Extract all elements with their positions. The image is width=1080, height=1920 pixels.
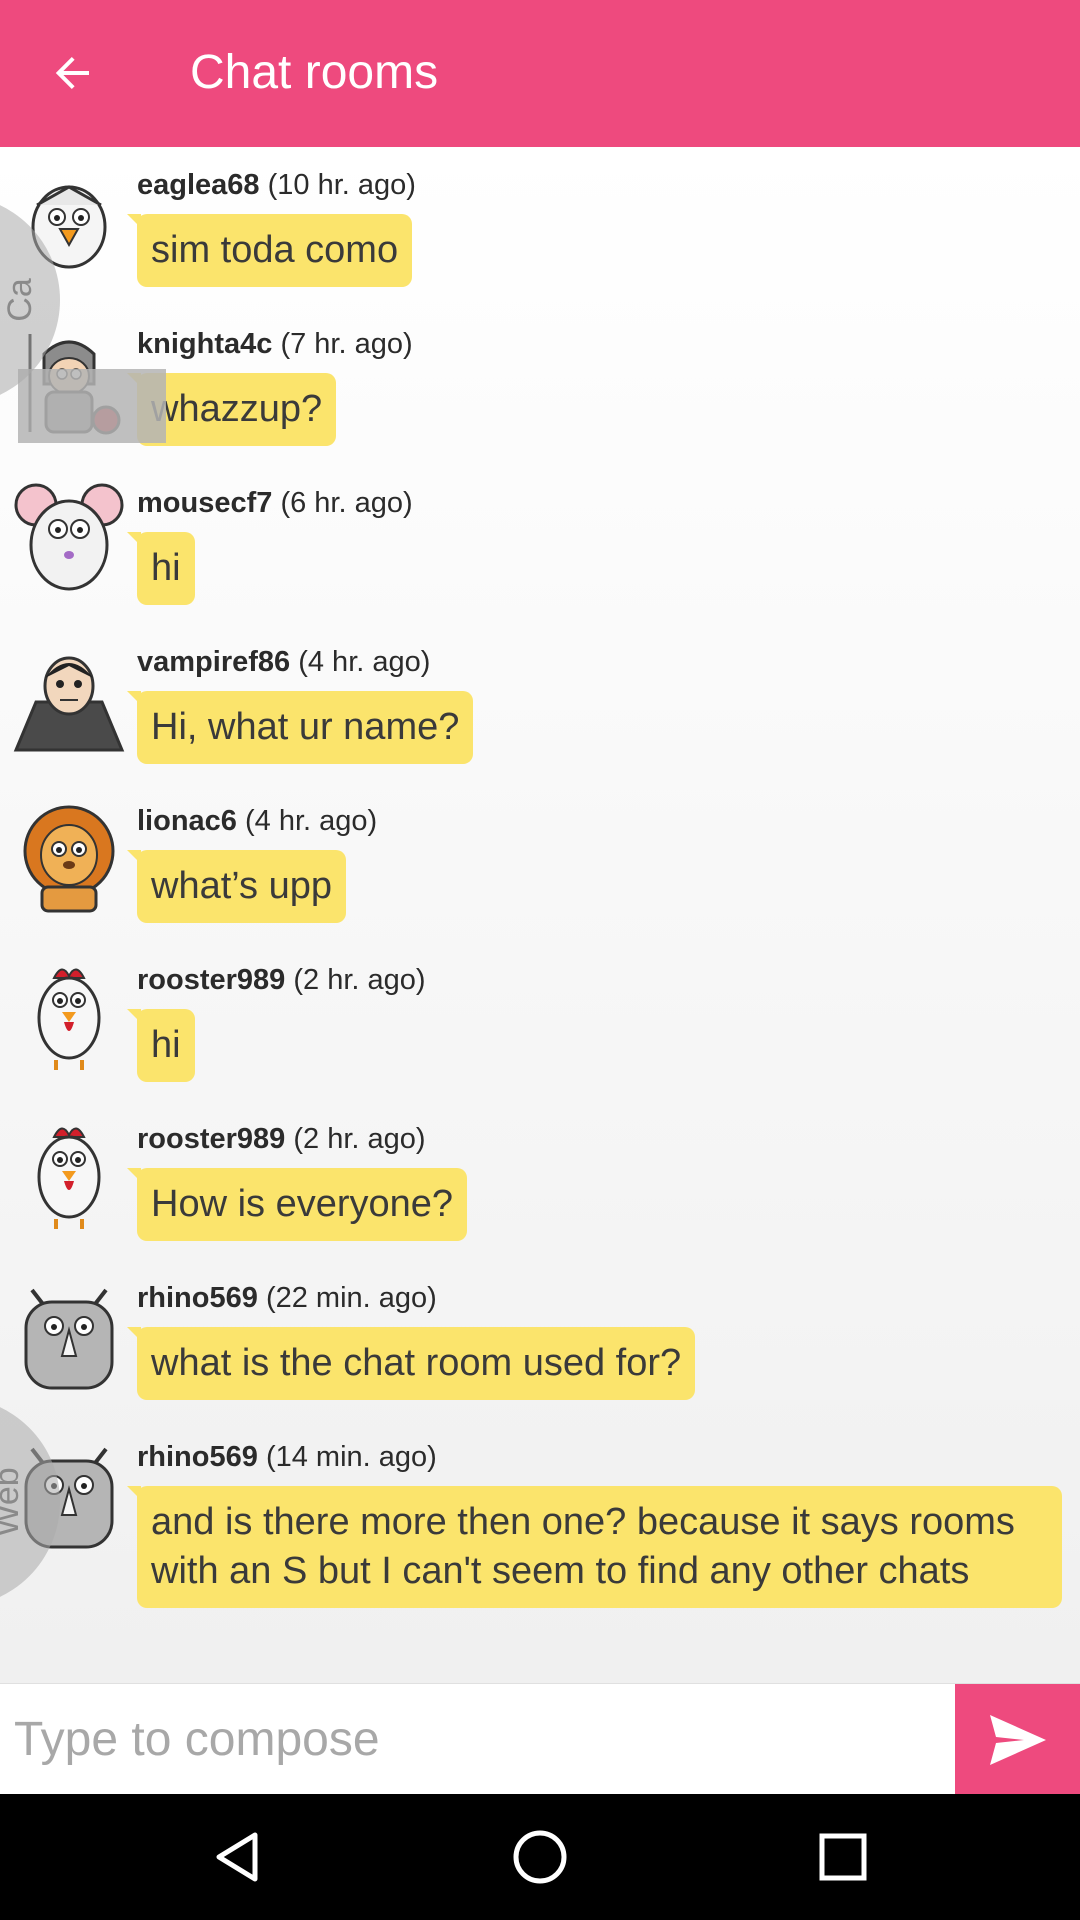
nav-back-button[interactable] [202,1822,272,1892]
message-bubble: and is there more then one? because it s… [127,1486,1062,1608]
nav-recents-icon [819,1833,867,1881]
message-username[interactable]: knighta4c [137,328,272,360]
message-meta: rhino569 (14 min. ago) [137,1439,437,1475]
message-time: (6 hr. ago) [280,487,413,519]
message-meta: knighta4c (7 hr. ago) [137,326,413,362]
message-list[interactable]: eaglea68 (10 hr. ago) sim toda como knig… [0,147,1080,1683]
message-meta: rooster989 (2 hr. ago) [137,962,426,998]
message-time: (14 min. ago) [265,1441,437,1473]
message-meta: eaglea68 (10 hr. ago) [137,167,416,203]
message-time: (10 hr. ago) [267,169,416,201]
message-bubble: How is everyone? [126,1168,468,1241]
side-tab-top-label: Ca [0,278,39,322]
message-meta: rooster989 (2 hr. ago) [137,1121,426,1157]
message-bubble: what’s upp [127,850,346,923]
vampire-avatar [13,656,125,752]
message-meta: rhino569 (22 min. ago) [137,1280,437,1316]
message-username[interactable]: rhino569 [137,1282,258,1314]
side-tab-bottom[interactable]: Web [0,1397,60,1607]
send-button[interactable] [955,1684,1080,1795]
rooster-avatar [37,1127,101,1229]
mouse-avatar [14,483,124,591]
message-username[interactable]: vampiref86 [137,646,290,678]
message-time: (4 hr. ago) [298,646,431,678]
message-time: (2 hr. ago) [293,1123,426,1155]
message-time: (2 hr. ago) [293,964,426,996]
message-username[interactable]: rhino569 [137,1441,258,1473]
back-button[interactable] [32,32,114,114]
nav-recents-button[interactable] [808,1822,878,1892]
nav-home-icon [513,1830,567,1884]
nav-home-button[interactable] [505,1822,575,1892]
message-meta: lionac6 (4 hr. ago) [137,803,377,839]
system-nav-bar [0,1794,1080,1920]
composer-bar [0,1683,1080,1795]
message-bubble: hi [127,1009,195,1082]
message-meta: mousecf7 (6 hr. ago) [137,485,413,521]
overlay-box [18,369,166,443]
nav-back-icon [216,1832,258,1882]
app-bar: Chat rooms [0,0,1080,147]
message-username[interactable]: eaglea68 [137,169,260,201]
message-bubble: what is the chat room used for? [126,1327,696,1400]
page-title: Chat rooms [190,46,439,99]
message-username[interactable]: rooster989 [137,964,285,996]
rhino-avatar [24,1288,114,1390]
compose-input[interactable] [0,1684,955,1795]
message-time: (7 hr. ago) [280,328,413,360]
message-bubble: Hi, what ur name? [126,691,474,764]
rooster-avatar [37,968,101,1070]
message-bubble: hi [127,532,195,605]
message-time: (4 hr. ago) [245,805,378,837]
message-username[interactable]: rooster989 [137,1123,285,1155]
message-username[interactable]: mousecf7 [137,487,272,519]
message-bubble: whazzup? [126,373,337,446]
message-meta: vampiref86 (4 hr. ago) [137,644,430,680]
message-bubble: sim toda como [126,214,413,287]
arrow-left-icon [55,57,89,89]
message-username[interactable]: lionac6 [137,805,237,837]
lion-avatar [23,805,115,913]
side-tab-bottom-label: Web [0,1467,26,1537]
message-time: (22 min. ago) [265,1282,437,1314]
send-icon [989,1714,1046,1765]
